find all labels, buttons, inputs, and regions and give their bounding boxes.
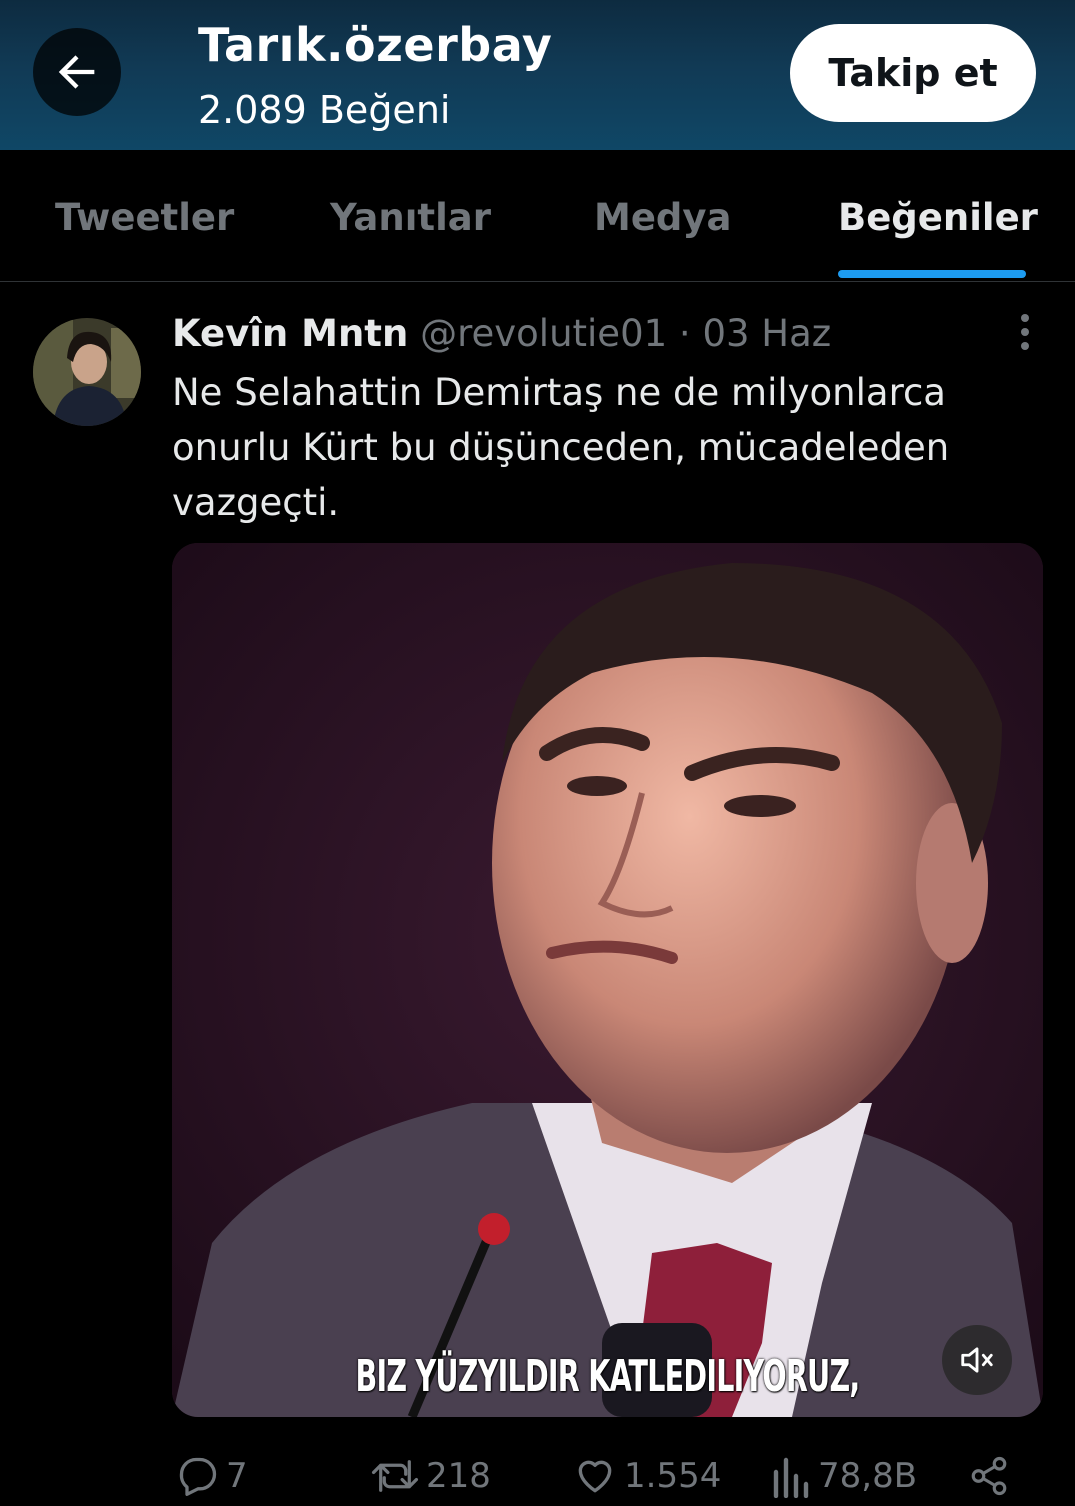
tab-replies[interactable]: Yanıtlar [330,196,491,239]
reply-count: 7 [226,1456,248,1496]
more-button[interactable] [1008,312,1042,352]
arrow-left-icon [58,55,95,89]
tweet-actions: 7 218 1.554 78,8B [0,1440,1075,1506]
like-icon [578,1460,612,1493]
reply-icon [179,1457,217,1496]
reply-button[interactable]: 7 [176,1454,248,1498]
retweet-button[interactable]: 218 [370,1454,491,1498]
like-count: 1.554 [624,1456,722,1496]
tweet-date[interactable]: 03 Haz [702,312,831,355]
follow-button[interactable]: Takip et [790,24,1036,122]
views-button[interactable]: 78,8B [772,1454,917,1498]
author-handle[interactable]: @revolutie01 [420,312,667,355]
author-name[interactable]: Kevîn Mntn [172,312,408,355]
share-icon [971,1456,1007,1496]
share-button[interactable] [968,1454,1010,1498]
tab-tweets[interactable]: Tweetler [55,196,234,239]
video-caption: BIZ YÜZYILDIR KATLEDILIYORUZ, [355,1351,860,1402]
tweet-text: Ne Selahattin Demirtaş ne de milyonlarca… [172,371,950,524]
profile-header: Tarık.özerbay 2.089 Beğeni Takip et [0,0,1075,150]
mute-button[interactable] [942,1325,1012,1395]
views-icon [773,1457,809,1498]
more-vertical-icon [1021,314,1029,350]
tab-likes[interactable]: Beğeniler [838,196,1038,239]
retweet-count: 218 [426,1456,491,1496]
video-frame [172,543,1043,1417]
profile-tabs: Tweetler Yanıtlar Medya Beğeniler [0,150,1075,282]
likes-count: 2.089 Beğeni [198,88,451,132]
profile-name: Tarık.özerbay [198,18,553,72]
tweet-header: Kevîn Mntn @revolutie01 · 03 Haz [172,312,831,355]
like-button[interactable]: 1.554 [572,1454,721,1498]
separator-dot: · [678,312,691,355]
tab-media[interactable]: Medya [594,196,732,239]
back-button[interactable] [33,28,121,116]
avatar[interactable] [33,318,141,426]
mute-icon [961,1347,993,1373]
retweet-icon [371,1460,419,1492]
tweet-video[interactable]: BIZ YÜZYILDIR KATLEDILIYORUZ, [172,543,1043,1417]
views-count: 78,8B [818,1456,918,1496]
active-tab-indicator [838,270,1026,278]
